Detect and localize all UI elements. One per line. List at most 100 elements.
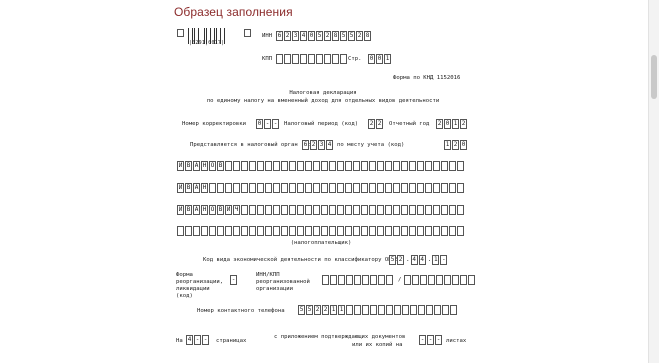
comb-cell[interactable] xyxy=(433,161,440,171)
comb-cell[interactable] xyxy=(420,275,427,285)
comb-cell[interactable] xyxy=(401,205,408,215)
comb-cell[interactable] xyxy=(185,226,192,236)
comb-cell[interactable] xyxy=(404,275,411,285)
comb-cell[interactable] xyxy=(281,205,288,215)
comb-cell[interactable] xyxy=(324,54,331,64)
comb-cell[interactable] xyxy=(340,54,347,64)
comb-cell[interactable] xyxy=(425,183,432,193)
comb-cell[interactable] xyxy=(441,205,448,215)
comb-cell[interactable] xyxy=(241,161,248,171)
comb-cell[interactable] xyxy=(313,226,320,236)
comb-cell[interactable] xyxy=(410,305,417,315)
comb-cell[interactable]: 5 xyxy=(348,31,355,41)
comb-cell[interactable] xyxy=(386,275,393,285)
comb-cell[interactable] xyxy=(209,226,216,236)
comb-cell[interactable] xyxy=(346,305,353,315)
comb-cell[interactable] xyxy=(457,161,464,171)
comb-cell[interactable] xyxy=(241,205,248,215)
comb-cell[interactable]: 2 xyxy=(356,31,363,41)
comb-cell[interactable] xyxy=(217,226,224,236)
comb-cell[interactable] xyxy=(241,183,248,193)
comb-cell[interactable] xyxy=(289,183,296,193)
comb-cell[interactable]: И xyxy=(177,205,184,215)
comb-cell[interactable]: 0 xyxy=(376,54,383,64)
comb-cell[interactable] xyxy=(257,226,264,236)
comb-cell[interactable] xyxy=(442,305,449,315)
comb-cell[interactable]: 6 xyxy=(302,140,309,150)
comb-cell[interactable]: И xyxy=(177,183,184,193)
comb-cell[interactable] xyxy=(425,205,432,215)
comb-cell[interactable] xyxy=(353,226,360,236)
comb-cell[interactable]: 8 xyxy=(332,31,339,41)
comb-cell[interactable] xyxy=(409,161,416,171)
comb-cell[interactable] xyxy=(377,183,384,193)
comb-cell[interactable] xyxy=(385,161,392,171)
comb-cell[interactable] xyxy=(289,226,296,236)
comb-cell[interactable] xyxy=(233,161,240,171)
comb-cell[interactable] xyxy=(394,305,401,315)
comb-cell[interactable] xyxy=(265,183,272,193)
comb-cell[interactable]: 2 xyxy=(460,119,467,129)
comb-cell[interactable] xyxy=(452,275,459,285)
comb-cell[interactable]: - xyxy=(435,335,442,345)
comb-cell[interactable] xyxy=(289,205,296,215)
comb-cell[interactable] xyxy=(385,183,392,193)
comb-cell[interactable] xyxy=(273,161,280,171)
comb-cell[interactable] xyxy=(345,205,352,215)
comb-cell[interactable] xyxy=(321,161,328,171)
comb-cell[interactable] xyxy=(257,205,264,215)
comb-cell[interactable]: 5 xyxy=(316,31,323,41)
comb-cell[interactable] xyxy=(361,161,368,171)
comb-cell[interactable] xyxy=(330,275,337,285)
comb-cell[interactable] xyxy=(425,226,432,236)
comb-cell[interactable] xyxy=(249,205,256,215)
comb-cell[interactable] xyxy=(276,54,283,64)
comb-cell[interactable]: - xyxy=(202,335,209,345)
comb-cell[interactable] xyxy=(369,183,376,193)
comb-cell[interactable] xyxy=(346,275,353,285)
comb-cell[interactable]: Н xyxy=(201,161,208,171)
comb-cell[interactable] xyxy=(300,54,307,64)
comb-cell[interactable] xyxy=(354,305,361,315)
comb-cell[interactable]: 2 xyxy=(284,31,291,41)
comb-cell[interactable] xyxy=(249,161,256,171)
comb-cell[interactable] xyxy=(289,161,296,171)
comb-cell[interactable] xyxy=(233,226,240,236)
comb-cell[interactable] xyxy=(417,183,424,193)
okved-cell[interactable]: 2 xyxy=(397,255,404,265)
comb-cell[interactable]: И xyxy=(225,205,232,215)
comb-cell[interactable]: 8 xyxy=(364,31,371,41)
comb-cell[interactable] xyxy=(322,275,329,285)
correction-field[interactable]: 0-- xyxy=(256,119,280,129)
comb-cell[interactable] xyxy=(369,226,376,236)
scrollbar-thumb[interactable] xyxy=(651,55,657,99)
comb-cell[interactable] xyxy=(249,226,256,236)
comb-cell[interactable] xyxy=(297,205,304,215)
comb-cell[interactable]: - xyxy=(264,119,271,129)
comb-cell[interactable] xyxy=(457,183,464,193)
comb-cell[interactable] xyxy=(418,305,425,315)
attach-field[interactable]: --- xyxy=(419,335,443,345)
comb-cell[interactable]: 6 xyxy=(276,31,283,41)
comb-cell[interactable]: 4 xyxy=(326,140,333,150)
comb-cell[interactable]: 4 xyxy=(300,31,307,41)
comb-cell[interactable] xyxy=(441,226,448,236)
comb-cell[interactable]: Н xyxy=(201,205,208,215)
comb-cell[interactable] xyxy=(409,226,416,236)
comb-cell[interactable] xyxy=(265,205,272,215)
comb-cell[interactable] xyxy=(305,161,312,171)
comb-cell[interactable] xyxy=(313,205,320,215)
comb-cell[interactable]: 1 xyxy=(330,305,337,315)
comb-cell[interactable] xyxy=(449,161,456,171)
comb-cell[interactable] xyxy=(412,275,419,285)
comb-cell[interactable] xyxy=(369,205,376,215)
comb-cell[interactable] xyxy=(441,183,448,193)
comb-cell[interactable] xyxy=(433,183,440,193)
comb-cell[interactable] xyxy=(433,205,440,215)
location-field[interactable]: 120 xyxy=(444,140,468,150)
comb-cell[interactable] xyxy=(241,226,248,236)
comb-cell[interactable]: 1 xyxy=(338,305,345,315)
comb-cell[interactable] xyxy=(305,226,312,236)
comb-cell[interactable] xyxy=(292,54,299,64)
comb-cell[interactable] xyxy=(393,161,400,171)
